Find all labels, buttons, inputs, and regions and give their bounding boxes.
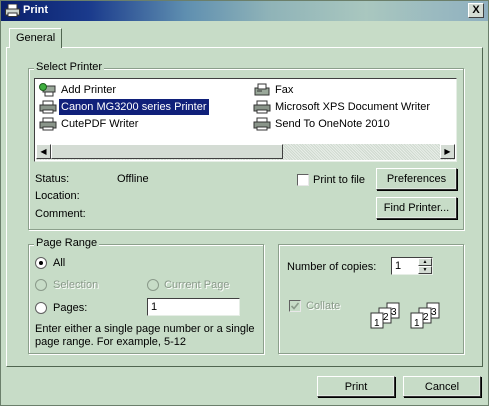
print-dialog: Print X General Select Printer Add Print… [0,0,489,406]
close-button[interactable]: X [468,3,484,18]
select-printer-label: Select Printer [34,61,105,73]
scroll-left-button[interactable]: ◀ [36,144,51,159]
print-button-label: Print [344,381,368,393]
fax-icon [254,83,270,96]
collate-num: 2 [383,312,389,323]
page-range-label: Page Range [34,237,100,249]
location-label: Location: [35,190,80,202]
checkmark-icon [290,302,300,310]
radio-dot [39,261,43,265]
collate-stack-2: 3 2 1 [410,302,440,329]
preferences-button-label: Preferences [386,173,447,185]
number-of-copies-label: Number of copies: [287,261,377,273]
collate-checkbox[interactable] [289,300,301,312]
pages-radio-label: Pages: [53,302,88,314]
printer-icon [5,4,20,17]
printer-name: Add Printer [61,84,117,96]
collate-num: 1 [414,318,420,329]
preferences-button[interactable]: Preferences [376,168,457,190]
cancel-button-label: Cancel [424,381,460,393]
print-to-file-label: Print to file [313,174,365,186]
page-range-help-line2: page range. For example, 5-12 [35,336,187,348]
spin-down-icon[interactable]: ▼ [418,266,432,274]
collate-num: 3 [431,307,437,318]
print-button[interactable]: Print [317,376,395,397]
collate-num: 1 [374,318,380,329]
pages-radio[interactable] [35,302,47,314]
collate-num: 3 [391,307,397,318]
title-bar[interactable]: Print X [1,1,488,21]
window-title: Print [23,4,49,16]
selection-radio-label: Selection [53,279,99,291]
collate-illustration: 3 2 1 3 2 1 [370,302,440,329]
scroll-thumb[interactable] [51,144,283,159]
close-icon: X [472,4,480,16]
status-value: Offline [117,173,149,185]
printer-name: Microsoft XPS Document Writer [275,101,431,113]
copies-spinner[interactable]: ▲ ▼ [418,258,432,274]
find-printer-button-label: Find Printer... [383,202,450,214]
collate-stack-1: 3 2 1 [370,302,400,329]
current-page-radio[interactable] [147,279,159,291]
arrow-right-icon: ▶ [444,147,451,156]
add-printer-icon [39,83,56,97]
status-label: Status: [35,173,70,185]
current-page-radio-label: Current Page [164,279,230,291]
collate-label: Collate [306,300,341,312]
arrow-left-icon: ◀ [40,147,47,156]
tab-general[interactable]: General [9,28,62,48]
printer-name: CutePDF Writer [61,118,139,130]
page-range-help-line1: Enter either a single page number or a s… [35,323,255,335]
printer-list-scrollbar[interactable]: ◀ ▶ [36,144,455,160]
all-radio-label: All [53,257,66,269]
printer-icon [253,117,271,131]
collate-num: 2 [423,312,429,323]
find-printer-button[interactable]: Find Printer... [376,197,457,219]
selection-radio[interactable] [35,279,47,291]
scroll-right-button[interactable]: ▶ [440,144,455,159]
printer-name: Canon MG3200 series Printer [59,99,209,115]
cancel-button[interactable]: Cancel [403,376,481,397]
printer-list[interactable]: Add Printer Canon MG3200 series Printer … [34,78,457,162]
all-radio[interactable] [35,257,47,269]
comment-label: Comment: [35,208,86,220]
printer-icon [39,117,57,131]
print-to-file-checkbox[interactable] [297,174,309,186]
tab-general-label: General [16,32,56,44]
spin-up-icon[interactable]: ▲ [418,258,432,266]
printer-icon [253,100,271,114]
printer-name: Fax [275,84,294,96]
pages-input[interactable]: 1 [147,298,240,316]
printer-name: Send To OneNote 2010 [275,118,390,130]
printer-icon [39,100,57,114]
